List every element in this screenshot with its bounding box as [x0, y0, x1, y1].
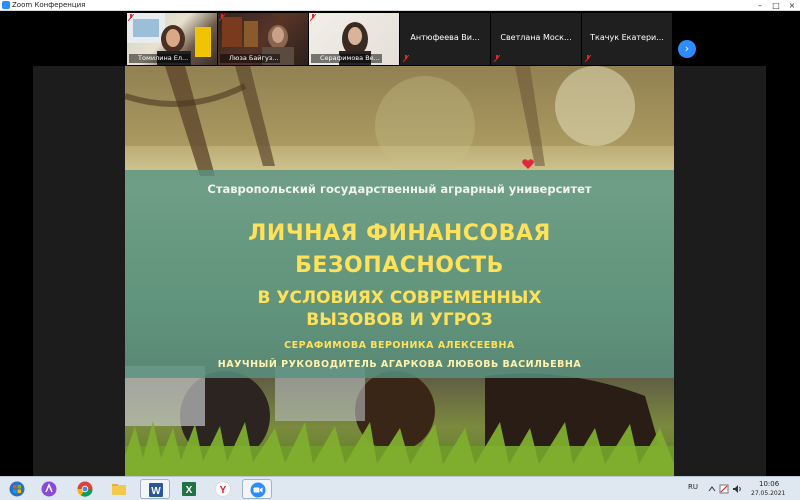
chrome-icon — [77, 481, 93, 497]
participant-name-tile[interactable]: Антюфеева Ви... — [400, 13, 490, 65]
clock-time[interactable]: 10:06 — [759, 480, 779, 488]
presentation-slide: Ставропольский государственный аграрный … — [125, 66, 674, 476]
taskbar-chrome[interactable] — [70, 479, 100, 499]
clock-date[interactable]: 27.05.2021 — [751, 490, 785, 497]
svg-text:W: W — [151, 486, 161, 497]
participant-name: Ткачук Екатери... — [590, 33, 664, 42]
share-margin-left — [33, 66, 125, 476]
taskbar-excel[interactable]: X — [174, 479, 204, 499]
minimize-button[interactable]: – — [752, 0, 768, 11]
zoom-icon — [250, 482, 266, 498]
participant-name: Люза Байгуз... — [220, 54, 281, 63]
participant-video-tile[interactable]: Серафимова Ве... — [309, 13, 399, 65]
participant-name-tile[interactable]: Светлана Моск... — [491, 13, 581, 65]
shared-screen: Ставропольский государственный аграрный … — [0, 66, 800, 476]
slide-subtitle-line2: ВЫЗОВОВ И УГРОЗ — [306, 310, 493, 330]
muted-mic-icon — [494, 55, 500, 62]
tray-up-arrow-icon[interactable] — [708, 485, 716, 493]
slide-advisor: НАУЧНЫЙ РУКОВОДИТЕЛЬ АГАРКОВА ЛЮБОВЬ ВАС… — [217, 359, 582, 370]
start-orb-icon — [9, 481, 25, 497]
chevron-right-icon: › — [684, 42, 690, 55]
slide-university: Ставропольский государственный аграрный … — [207, 182, 592, 196]
windows-taskbar: W X Y RU 10:06 27.05.2021 — [0, 476, 800, 500]
zoom-app-icon — [2, 1, 10, 9]
excel-icon: X — [182, 482, 196, 496]
muted-mic-icon — [585, 55, 591, 62]
slide-author: СЕРАФИМОВА ВЕРОНИКА АЛЕКСЕЕВНА — [284, 340, 515, 351]
svg-text:X: X — [186, 485, 193, 496]
taskbar-file-explorer[interactable] — [104, 479, 134, 499]
window-titlebar: Zoom Конференция – □ × — [0, 0, 800, 11]
muted-mic-icon — [219, 14, 225, 21]
muted-mic-icon — [310, 14, 316, 21]
participant-name: Томилина Ел... — [129, 54, 191, 63]
slide-title-line1: ЛИЧНАЯ ФИНАНСОВАЯ — [248, 221, 551, 246]
file-explorer-icon — [112, 484, 126, 495]
muted-mic-icon — [403, 55, 409, 62]
start-button[interactable] — [2, 479, 32, 499]
yandex-browser-icon: Y — [215, 481, 231, 497]
taskbar-zoom[interactable] — [242, 479, 272, 499]
participant-name: Серафимова Ве... — [311, 54, 382, 63]
maximize-button[interactable]: □ — [768, 0, 784, 11]
participant-video-tile[interactable]: Томилина Ел... — [127, 13, 217, 65]
participants-gallery: Томилина Ел... Люза Байгуз... Серафимова… — [0, 11, 800, 66]
svg-text:Y: Y — [220, 485, 227, 496]
language-indicator[interactable]: RU — [688, 483, 698, 491]
heart-icon — [522, 159, 534, 169]
taskbar-yandex-browser[interactable]: Y — [208, 479, 238, 499]
close-button[interactable]: × — [784, 0, 800, 11]
participant-name-tile[interactable]: Ткачук Екатери... — [582, 13, 672, 65]
action-center-flag-icon[interactable] — [719, 484, 729, 494]
taskbar-word[interactable]: W — [140, 479, 170, 499]
word-icon: W — [149, 483, 163, 497]
volume-icon[interactable] — [732, 484, 742, 494]
window-title: Zoom Конференция — [12, 1, 86, 9]
alice-icon — [41, 481, 57, 497]
participant-video-tile[interactable]: Люза Байгуз... — [218, 13, 308, 65]
slide-title-line2: БЕЗОПАСНОСТЬ — [295, 253, 504, 278]
gallery-next-button[interactable]: › — [678, 40, 696, 58]
slide-subtitle-line1: В УСЛОВИЯХ СОВРЕМЕННЫХ — [257, 288, 542, 308]
participant-name: Антюфеева Ви... — [410, 33, 480, 42]
participant-name: Светлана Моск... — [500, 33, 572, 42]
muted-mic-icon — [128, 14, 134, 21]
share-margin-right — [674, 66, 766, 476]
taskbar-alice[interactable] — [34, 479, 64, 499]
